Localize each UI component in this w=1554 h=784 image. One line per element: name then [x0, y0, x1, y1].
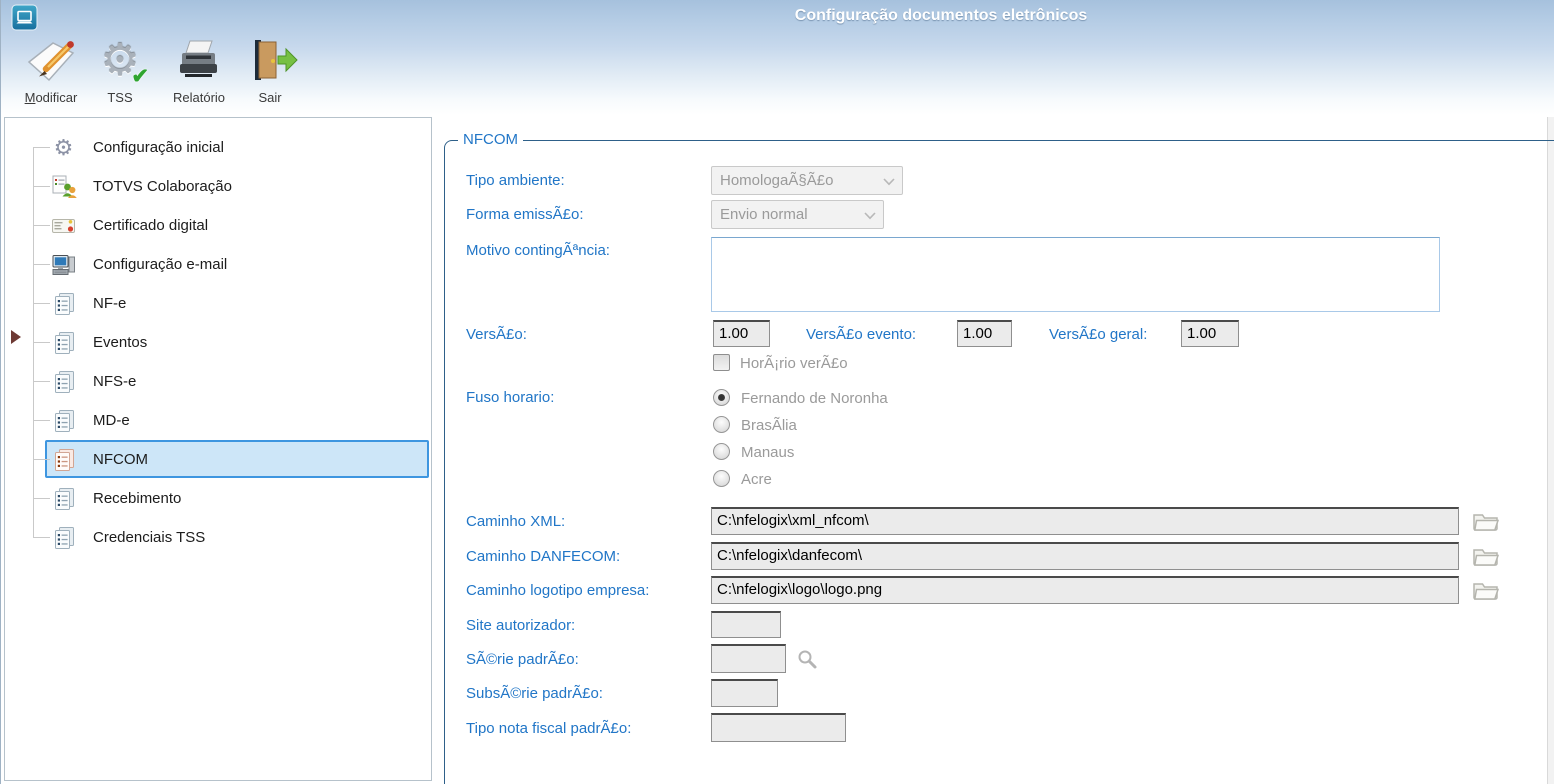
magnifier-icon: [796, 648, 826, 670]
edit-pencil-icon: [11, 36, 91, 88]
sidebar-item-nfcom[interactable]: NFCOM: [5, 440, 431, 479]
versao-evento-input[interactable]: 1.00: [957, 320, 1012, 347]
motivo-contingencia-textarea[interactable]: [711, 237, 1440, 312]
documents-icon: [50, 407, 77, 434]
document-people-icon: [50, 173, 77, 200]
caminho-danfecom-input[interactable]: C:\nfelogix\danfecom\: [711, 542, 1459, 570]
site-autorizador-input[interactable]: [711, 611, 781, 638]
forma-emissao-label: Forma emissÃ£o:: [466, 206, 584, 223]
tipo-ambiente-select[interactable]: HomologaÃ§Ã£o: [711, 166, 903, 195]
horario-verao-label: HorÃ¡rio verÃ£o: [740, 355, 848, 372]
horario-verao-checkbox[interactable]: [713, 354, 730, 371]
tss-button[interactable]: ⚙ ✔ TSS: [93, 36, 149, 108]
radio-fernando-de-noronha[interactable]: [713, 389, 730, 406]
relatorio-label: Relatório: [172, 90, 226, 105]
radio-label: Manaus: [741, 444, 795, 461]
site-autorizador-label: Site autorizador:: [466, 617, 576, 634]
versao-evento-label: VersÃ£o evento:: [806, 326, 917, 343]
printer-icon: [159, 36, 239, 88]
documents-icon: [50, 485, 77, 512]
certificate-icon: [50, 212, 77, 239]
documents-icon: [50, 329, 77, 356]
sidebar-item-configuracao-inicial[interactable]: ⚙ Configuração inicial: [5, 128, 431, 167]
sidebar-item-totvs-colaboracao[interactable]: TOTVS Colaboração: [5, 167, 431, 206]
sidebar-item-recebimento[interactable]: Recebimento: [5, 479, 431, 518]
radio-label: Acre: [741, 471, 772, 488]
sidebar-item-mde[interactable]: MD-e: [5, 401, 431, 440]
modificar-label: Modificar: [24, 90, 78, 105]
caminho-logotipo-input[interactable]: C:\nfelogix\logo\logo.png: [711, 576, 1459, 604]
chevron-down-icon: [864, 212, 876, 220]
radio-label: BrasÃlia: [741, 417, 797, 434]
caminho-danfecom-label: Caminho DANFECOM:: [466, 548, 621, 565]
title-bar: Configuração documentos eletrônicos Modi…: [1, 0, 1554, 115]
computer-icon: [11, 4, 38, 31]
sidebar-item-eventos[interactable]: Eventos: [5, 323, 431, 362]
serie-padrao-input[interactable]: [711, 644, 786, 673]
exit-door-icon: [243, 36, 298, 88]
sidebar-item-certificado-digital[interactable]: Certificado digital: [5, 206, 431, 245]
sidebar-item-nfse[interactable]: NFS-e: [5, 362, 431, 401]
window-title: Configuração documentos eletrônicos: [794, 7, 1088, 24]
documents-icon: [50, 368, 77, 395]
gear-icon: ⚙: [53, 134, 74, 160]
current-item-arrow-icon: [11, 330, 21, 344]
folder-icon: [1471, 577, 1501, 601]
caminho-xml-input[interactable]: C:\nfelogix\xml_nfcom\: [711, 507, 1459, 535]
gear-check-icon: ⚙ ✔: [100, 36, 149, 88]
config-tree: ⚙ Configuração inicial TOTVS Colaboração: [5, 118, 431, 780]
browse-xml-button[interactable]: [1471, 508, 1501, 532]
forma-emissao-select[interactable]: Envio normal: [711, 200, 884, 229]
tipo-ambiente-label: Tipo ambiente:: [466, 172, 565, 189]
sidebar-item-credenciais-tss[interactable]: Credenciais TSS: [5, 518, 431, 557]
versao-label: VersÃ£o:: [466, 326, 527, 343]
radio-label: Fernando de Noronha: [741, 390, 888, 407]
documents-icon: [50, 446, 77, 473]
fuso-horario-label: Fuso horario:: [466, 389, 555, 406]
browse-logotipo-button[interactable]: [1471, 577, 1501, 601]
documents-icon: [50, 524, 77, 551]
radio-acre[interactable]: [713, 470, 730, 487]
versao-geral-label: VersÃ£o geral:: [1049, 326, 1148, 343]
documents-icon: [50, 290, 77, 317]
tss-label: TSS: [107, 90, 133, 105]
tipo-nota-fiscal-label: Tipo nota fiscal padrÃ£o:: [466, 720, 632, 737]
serie-search-button[interactable]: [796, 648, 826, 672]
browse-danfecom-button[interactable]: [1471, 543, 1501, 567]
chevron-down-icon: [883, 178, 895, 186]
motivo-contingencia-label: Motivo contingÃªncia:: [466, 242, 610, 259]
versao-geral-input[interactable]: 1.00: [1181, 320, 1239, 347]
subserie-padrao-input[interactable]: [711, 679, 778, 707]
computer-email-icon: [50, 251, 77, 278]
sidebar-item-configuracao-email[interactable]: Configuração e-mail: [5, 245, 431, 284]
modificar-button[interactable]: Modificar: [11, 36, 91, 108]
folder-icon: [1471, 543, 1501, 567]
radio-brasilia[interactable]: [713, 416, 730, 433]
app-window: Configuração documentos eletrônicos Modi…: [0, 0, 1554, 784]
caminho-xml-label: Caminho XML:: [466, 513, 566, 530]
tipo-nota-fiscal-input[interactable]: [711, 713, 846, 742]
serie-padrao-label: SÃ©rie padrÃ£o:: [466, 651, 579, 668]
folder-icon: [1471, 508, 1501, 532]
sair-button[interactable]: Sair: [243, 36, 298, 108]
groupbox-title: NFCOM: [458, 131, 523, 148]
sair-label: Sair: [258, 90, 282, 105]
relatorio-button[interactable]: Relatório: [159, 36, 239, 108]
caminho-logotipo-label: Caminho logotipo empresa:: [466, 582, 650, 599]
navigation-sidebar: ⚙ Configuração inicial TOTVS Colaboração: [4, 117, 432, 781]
radio-manaus[interactable]: [713, 443, 730, 460]
toolbar: Modificar ⚙ ✔ TSS Relatório Sair: [1, 36, 1554, 110]
versao-input[interactable]: 1.00: [713, 320, 770, 347]
subserie-padrao-label: SubsÃ©rie padrÃ£o:: [466, 685, 603, 702]
sidebar-item-nfe[interactable]: NF-e: [5, 284, 431, 323]
